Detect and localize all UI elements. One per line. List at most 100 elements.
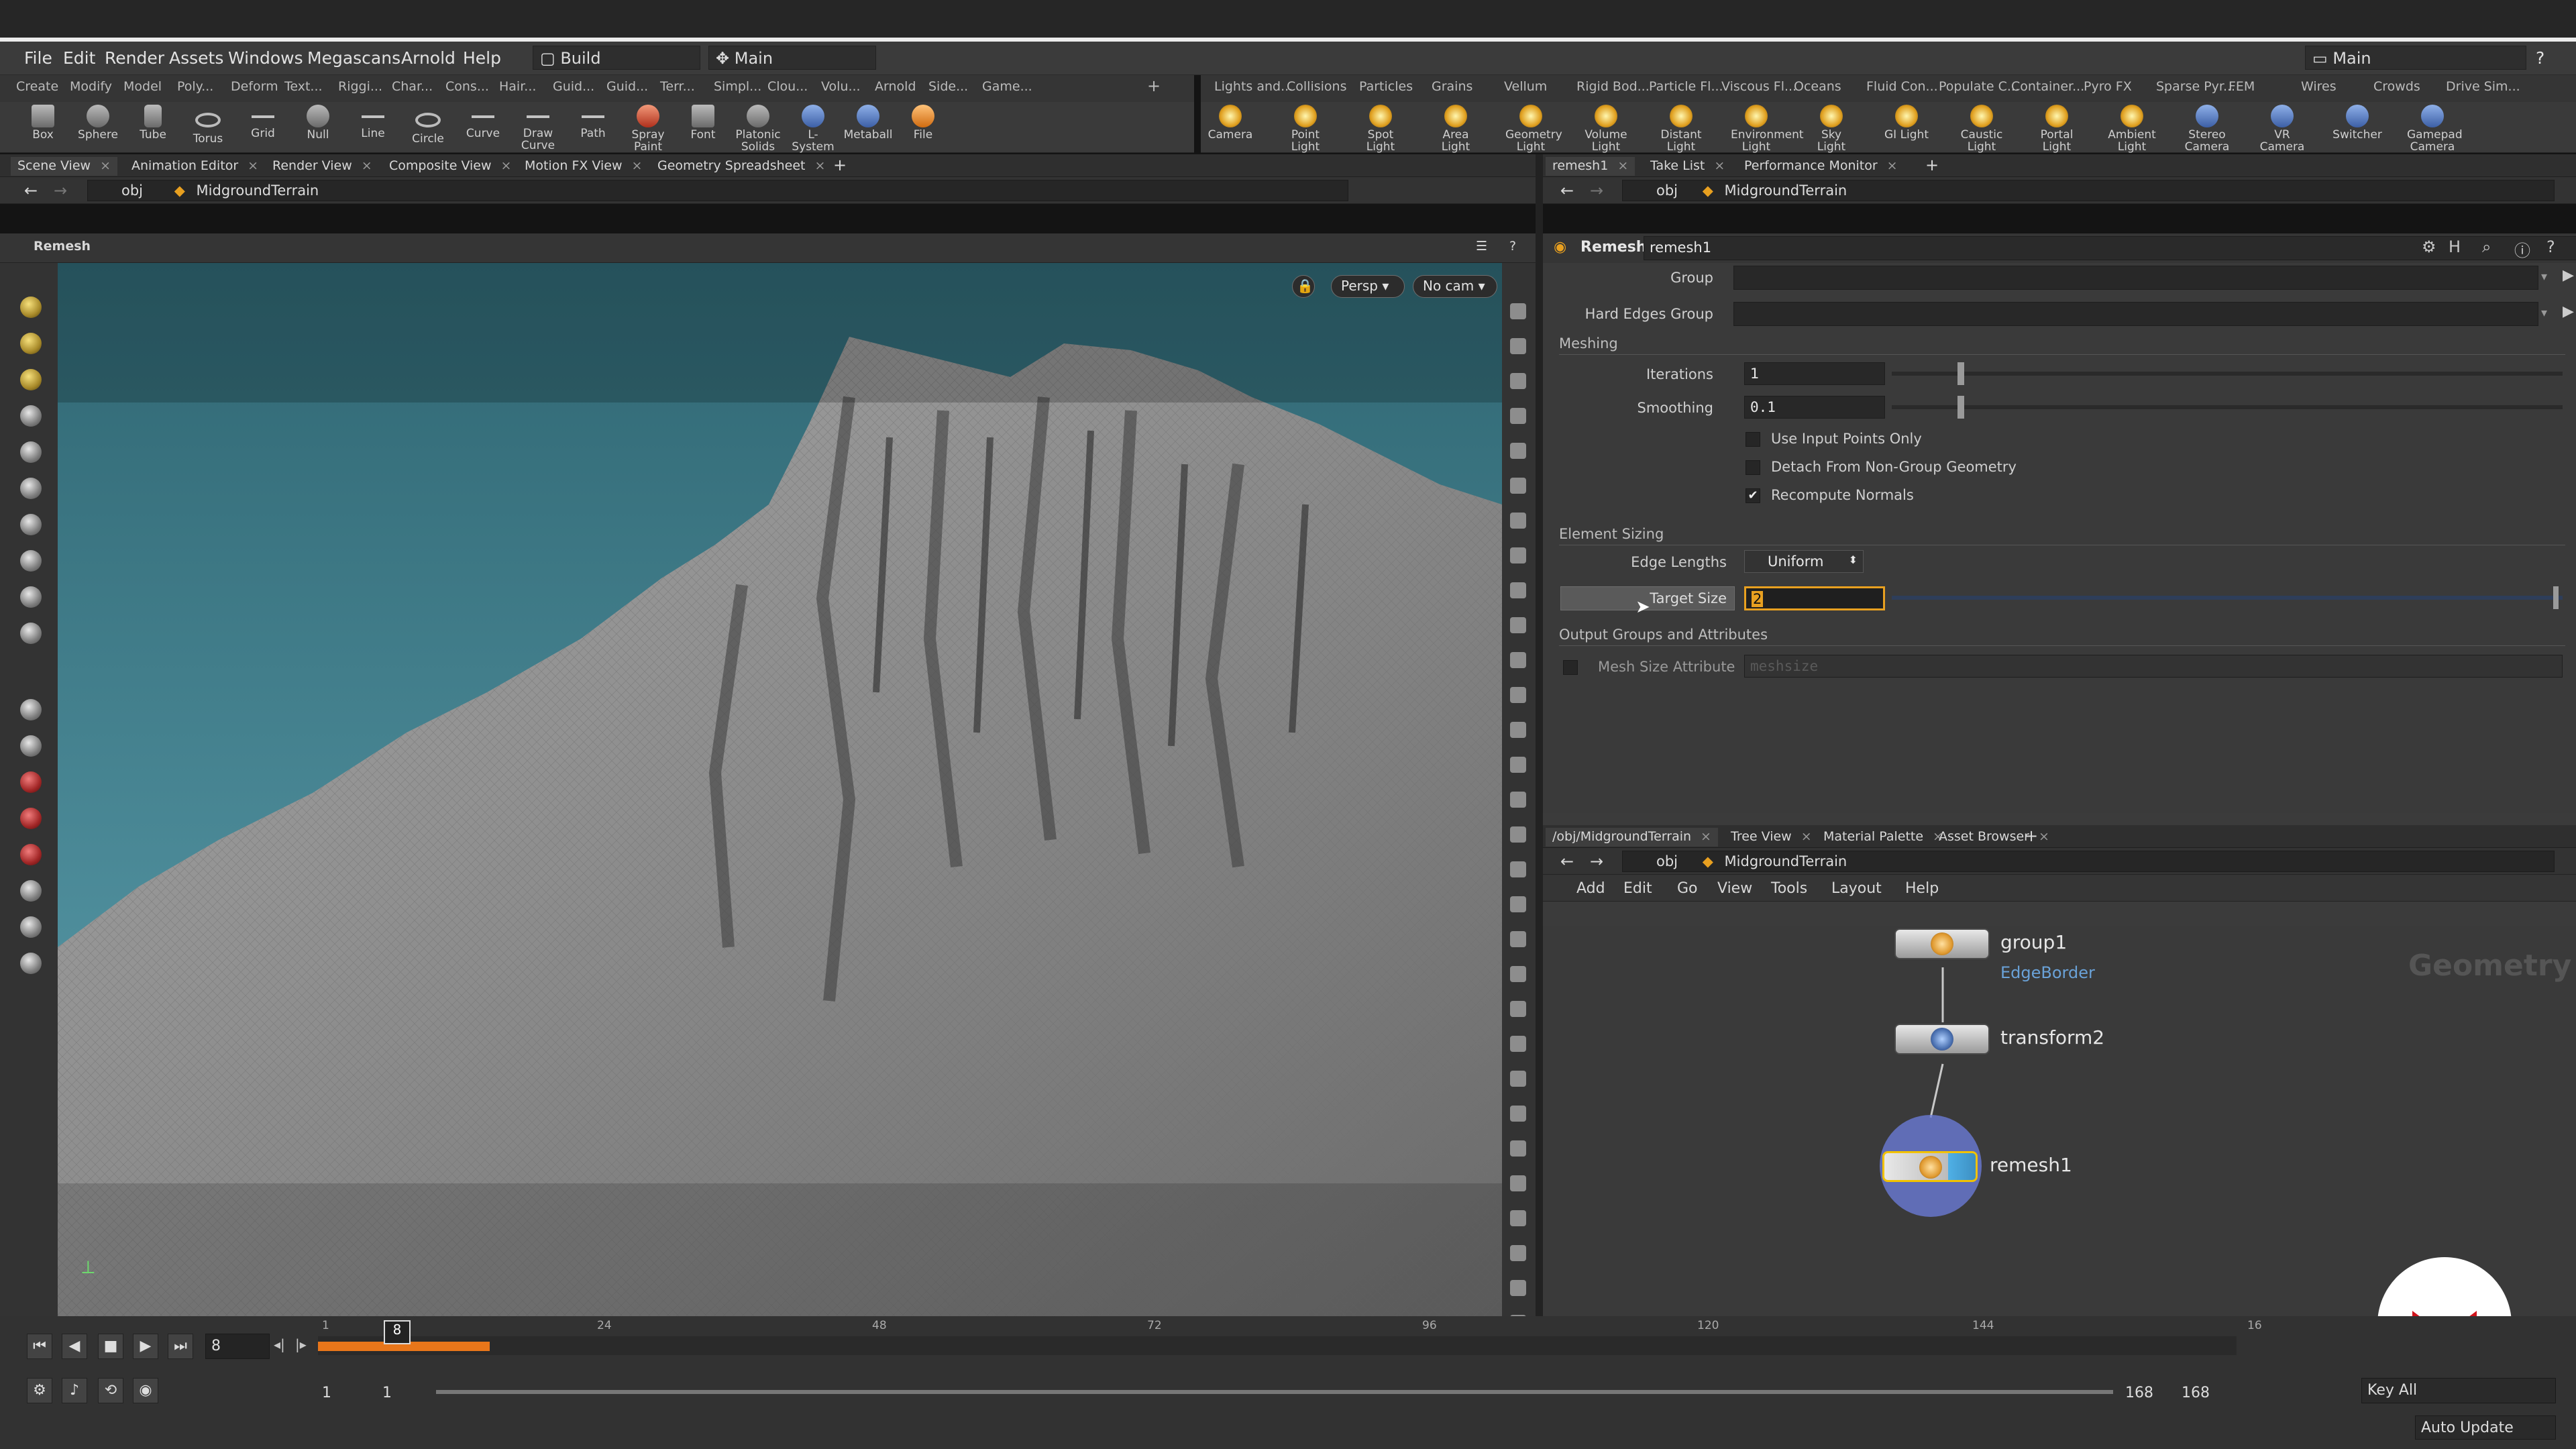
help-icon[interactable]: ? [2536, 48, 2544, 68]
tab-tree-view[interactable]: Tree View × [1724, 828, 1819, 847]
viewport-tool-11-icon[interactable] [20, 735, 42, 757]
tab-composite-view[interactable]: Composite View × [382, 157, 518, 176]
tool-camera[interactable]: Camera [1205, 103, 1256, 141]
range-end2-field[interactable]: 168 [2182, 1385, 2210, 1401]
net-menu-layout[interactable]: Layout [1825, 879, 1888, 898]
display-option-19-icon[interactable] [1510, 966, 1526, 982]
tool-draw-curve[interactable]: Draw Curve [513, 103, 564, 152]
shelf-tab-side-17[interactable]: Side... [928, 79, 968, 94]
shelf-tab-text-5[interactable]: Text... [284, 79, 323, 94]
shelf-tab-char-7[interactable]: Char... [392, 79, 433, 94]
display-option-11-icon[interactable] [1510, 687, 1526, 703]
display-option-8-icon[interactable] [1510, 582, 1526, 598]
iterations-slider[interactable] [1892, 372, 2563, 376]
options-icon[interactable]: ◉ [133, 1378, 158, 1403]
tool-distant-light[interactable]: Distant Light [1656, 103, 1707, 153]
range-start-field[interactable]: 1 [322, 1385, 331, 1401]
display-option-2-icon[interactable] [1510, 373, 1526, 389]
param-obj-path[interactable]: obj [1656, 182, 1678, 199]
display-option-6-icon[interactable] [1510, 513, 1526, 529]
persp-menu[interactable]: Persp ▾ [1331, 275, 1405, 298]
shelf-tab-crowds-16[interactable]: Crowds [2373, 79, 2420, 94]
mesh-size-field[interactable]: meshsize [1744, 655, 2563, 678]
display-option-5-icon[interactable] [1510, 478, 1526, 494]
menu-windows[interactable]: Windows [228, 48, 303, 68]
3d-viewport[interactable]: 🔒 Persp ▾ No cam ▾ ⟂ [58, 263, 1502, 1316]
play-reverse-button[interactable]: ◀ [62, 1334, 87, 1359]
shelf-tab-particle-fl-6[interactable]: Particle Fl... [1649, 79, 1723, 94]
add-shelf-icon[interactable]: + [1147, 76, 1161, 95]
close-tab-icon[interactable]: × [1714, 158, 1725, 173]
display-option-9-icon[interactable] [1510, 617, 1526, 633]
tool-platonic-solids[interactable]: Platonic Solids [733, 103, 784, 153]
tool-spray-paint[interactable]: Spray Paint [623, 103, 674, 153]
play-button[interactable]: ▶ [133, 1334, 158, 1359]
display-option-22-icon[interactable] [1510, 1071, 1526, 1087]
recompute-normals-checkbox[interactable]: ✔ [1746, 488, 1760, 503]
display-option-28-icon[interactable] [1510, 1280, 1526, 1296]
close-tab-icon[interactable]: × [814, 158, 825, 173]
tab-geometry-spreadsheet[interactable]: Geometry Spreadsheet × [651, 157, 832, 176]
node-transform2[interactable] [1894, 1024, 1990, 1055]
tab-motion-fx-view[interactable]: Motion FX View × [518, 157, 649, 176]
shelf-tab-game-18[interactable]: Game... [982, 79, 1032, 94]
tool-point-light[interactable]: Point Light [1280, 103, 1331, 153]
viewer-help-icon[interactable]: ? [1503, 237, 1523, 256]
range-slider[interactable] [436, 1390, 2113, 1394]
tab-performance-monitor[interactable]: Performance Monitor × [1737, 157, 1904, 176]
display-option-13-icon[interactable] [1510, 757, 1526, 773]
display-option-7-icon[interactable] [1510, 547, 1526, 564]
tool-spot-light[interactable]: Spot Light [1355, 103, 1406, 153]
net-menu-view[interactable]: View [1711, 879, 1759, 898]
audio-icon[interactable]: ♪ [62, 1378, 87, 1403]
net-menu-edit[interactable]: Edit [1617, 879, 1659, 898]
menu-edit[interactable]: Edit [63, 48, 95, 68]
shelf-tab-model-2[interactable]: Model [123, 79, 162, 94]
shelf-tab-modify-1[interactable]: Modify [70, 79, 112, 94]
help-h-icon[interactable]: H [2449, 237, 2461, 256]
group-select-icon[interactable]: ▶ [2563, 267, 2574, 284]
tab-obj-midgroundterrain[interactable]: /obj/MidgroundTerrain × [1546, 828, 1718, 847]
lock-camera-icon[interactable]: 🔒 [1292, 275, 1315, 298]
display-option-4-icon[interactable] [1510, 443, 1526, 459]
viewport-tool-0-icon[interactable] [20, 297, 42, 318]
shelf-tab-collisions-1[interactable]: Collisions [1287, 79, 1346, 94]
shelf-tab-viscous-fl-7[interactable]: Viscous Fl... [1721, 79, 1796, 94]
viewport-tool-13-icon[interactable] [20, 808, 42, 829]
loop-icon[interactable]: ⟲ [98, 1378, 123, 1403]
param-forward-icon[interactable]: → [1583, 180, 1610, 200]
menu-assets[interactable]: Assets [169, 48, 223, 68]
shelf-tab-terr-12[interactable]: Terr... [660, 79, 695, 94]
close-tab-icon[interactable]: × [1887, 158, 1898, 173]
shelf-tab-drive-sim-17[interactable]: Drive Sim... [2446, 79, 2520, 94]
network-back-icon[interactable]: ← [1554, 851, 1580, 871]
shelf-tab-deform-4[interactable]: Deform [231, 79, 278, 94]
hard-edges-field[interactable] [1733, 302, 2538, 326]
display-option-16-icon[interactable] [1510, 861, 1526, 877]
stop-button[interactable]: ■ [98, 1334, 123, 1359]
menu-render[interactable]: Render [105, 48, 164, 68]
step-forward-icon[interactable]: |▸ [295, 1336, 307, 1352]
keys-selector[interactable]: Key All [2361, 1378, 2556, 1403]
network-path-field[interactable]: obj ◆ MidgroundTerrain [1622, 851, 2555, 872]
shelf-tab-cons-8[interactable]: Cons... [445, 79, 489, 94]
main-desktop-selector[interactable]: ▭ Main [2305, 46, 2526, 70]
tool-metaball[interactable]: Metaball [843, 103, 894, 141]
close-tab-icon[interactable]: × [632, 158, 643, 173]
network-forward-icon[interactable]: → [1583, 851, 1610, 871]
jump-start-button[interactable]: ⏮ [27, 1334, 52, 1359]
display-option-25-icon[interactable] [1510, 1175, 1526, 1191]
pane-divider[interactable] [1536, 154, 1543, 1316]
tool-font[interactable]: Font [678, 103, 729, 141]
tool-sphere[interactable]: Sphere [72, 103, 123, 141]
display-option-10-icon[interactable] [1510, 652, 1526, 668]
shelf-tab-guid-11[interactable]: Guid... [606, 79, 648, 94]
close-tab-icon[interactable]: × [1617, 158, 1628, 173]
net-menu-tools[interactable]: Tools [1764, 879, 1814, 898]
tool-volume-light[interactable]: Volume Light [1580, 103, 1631, 153]
tab-render-view[interactable]: Render View × [266, 157, 379, 176]
param-back-icon[interactable]: ← [1554, 180, 1580, 200]
shelf-tab-poly-3[interactable]: Poly... [177, 79, 213, 94]
shelf-tab-particles-2[interactable]: Particles [1359, 79, 1413, 94]
element-sizing-section[interactable]: Element Sizing [1559, 526, 1664, 542]
